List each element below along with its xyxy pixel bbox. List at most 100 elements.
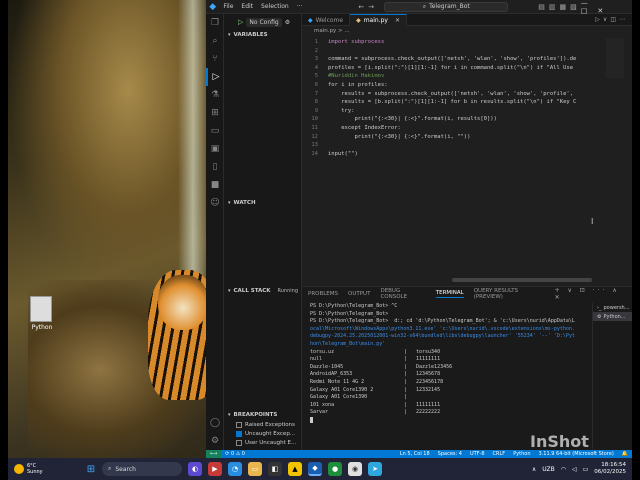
problems-count[interactable]: ⟳ 0 ⚠ 0 xyxy=(221,451,249,457)
nav-back-forward-icons[interactable]: ←→ xyxy=(358,3,378,11)
code-line[interactable]: 10 print("{:<30}| {:<}".format(i, result… xyxy=(302,115,622,124)
taskbar-app-green[interactable]: ● xyxy=(328,462,342,476)
checkbox-checked[interactable] xyxy=(236,430,242,437)
remote-explorer-icon[interactable]: ▭ xyxy=(206,122,224,140)
start-debugging-icon[interactable]: ▷ xyxy=(238,18,243,26)
run-debug-icon[interactable]: ▷ xyxy=(206,68,224,86)
notifications-bell-icon[interactable]: 🔔 xyxy=(618,451,632,457)
cursor-position[interactable]: Ln 5, Col 18 xyxy=(396,451,434,457)
checkbox[interactable] xyxy=(236,439,242,446)
start-button[interactable]: ⊞ xyxy=(84,462,98,476)
clock[interactable]: 18:16:54 06/02/2025 xyxy=(594,462,626,476)
taskbar-search[interactable]: ⌕ Search xyxy=(102,462,182,476)
taskbar-app-telegram[interactable]: ➤ xyxy=(368,462,382,476)
code-line[interactable]: 4 profiles = [i.split(":")[1][1:-1] for i… xyxy=(302,64,622,73)
settings-gear-icon[interactable]: ⚙ xyxy=(206,432,224,450)
watch-section[interactable]: ▾ WATCH xyxy=(224,198,302,208)
taskbar-app-edge[interactable]: ◔ xyxy=(228,462,242,476)
chevron-down-icon[interactable]: ∨ xyxy=(603,16,610,23)
end-of-line[interactable]: CRLF xyxy=(489,451,510,457)
menu-more[interactable]: ··· xyxy=(293,3,307,10)
taskbar-app-copilot[interactable]: ◐ xyxy=(188,462,202,476)
run-config-select[interactable]: No Config xyxy=(246,17,282,27)
search-icon[interactable]: ⌕ xyxy=(206,32,224,50)
menu-file[interactable]: File xyxy=(219,3,237,10)
testing-icon[interactable]: ⚗ xyxy=(206,86,224,104)
remote-indicator-icon[interactable]: ⟷ xyxy=(206,450,222,458)
code-line[interactable]: 1 import subprocess xyxy=(302,38,622,47)
taskbar-app-chrome[interactable]: ◉ xyxy=(348,462,362,476)
source-control-icon[interactable]: ⑂ xyxy=(206,50,224,68)
command-center-search[interactable]: ⌕ Telegram_Bot xyxy=(384,1,509,12)
code-line[interactable]: 9 try: xyxy=(302,107,622,116)
code-line[interactable]: 3 command = subprocess.check_output(['net… xyxy=(302,55,622,64)
tab-welcome[interactable]: ◆ Welcome xyxy=(302,14,351,26)
code-editor[interactable]: 1 import subprocess 2 3 command = subprocess… xyxy=(302,38,622,278)
tab-debug-console[interactable]: DEBUG CONSOLE xyxy=(380,288,425,300)
close-icon[interactable]: ✕ xyxy=(395,17,400,24)
breakpoint-raised-exceptions[interactable]: Raised Exceptions xyxy=(224,420,302,429)
copilot-icon[interactable]: ☺ xyxy=(206,194,224,212)
desktop-file-icon[interactable] xyxy=(30,296,52,322)
desktop-file-label: Python xyxy=(31,324,53,331)
split-editor-icon[interactable]: ◫ xyxy=(610,16,619,23)
taskbar-app-store[interactable]: ◧ xyxy=(268,462,282,476)
horizontal-scrollbar[interactable] xyxy=(452,278,592,282)
language-indicator[interactable]: UZB xyxy=(542,466,555,473)
volume-icon[interactable]: ◁ xyxy=(572,466,577,473)
wifi-icon[interactable]: ◠ xyxy=(561,466,566,473)
breadcrumb[interactable]: main.py > ... xyxy=(302,26,632,35)
taskbar-app-vscode[interactable]: ◆ xyxy=(308,462,322,476)
python-interpreter[interactable]: 3.11.9 64-bit (Microsoft Store) xyxy=(535,451,618,457)
layout-toggle-icons[interactable]: ▤▥▦▧ xyxy=(538,3,580,11)
tab-query-results[interactable]: QUERY RESULTS (PREVIEW) xyxy=(474,288,545,300)
breakpoints-section[interactable]: ▾ BREAKPOINTS xyxy=(224,410,302,420)
watch-title: WATCH xyxy=(233,200,256,206)
debug-settings-gear-icon[interactable]: ⚙ xyxy=(285,19,290,26)
square-icon[interactable]: ■ xyxy=(206,176,224,194)
chevron-up-icon[interactable]: ∧ xyxy=(532,466,536,473)
docker-icon[interactable]: ▣ xyxy=(206,140,224,158)
breakpoint-user-uncaught[interactable]: User Uncaught E... xyxy=(224,438,302,447)
account-icon[interactable]: ◯ xyxy=(206,414,224,432)
extensions-icon[interactable]: ⊞ xyxy=(206,104,224,122)
taskbar-app-file-explorer[interactable]: ▭ xyxy=(248,462,262,476)
terminal-output[interactable]: PS D:\Python\Telegram_Bot> ^C PS D:\Pytho… xyxy=(302,303,592,449)
language-mode[interactable]: Python xyxy=(509,451,534,457)
panel-actions[interactable]: + ∨ ⊡ ··· ∧ ✕ xyxy=(555,287,632,301)
tab-output[interactable]: OUTPUT xyxy=(348,291,370,297)
menu-edit[interactable]: Edit xyxy=(237,3,257,10)
database-icon[interactable]: ▯ xyxy=(206,158,224,176)
code-line[interactable]: 8 results = [b.split(":")[1][1:-1] for b… xyxy=(302,98,622,107)
tab-main-py[interactable]: ◆ main.py ✕ xyxy=(350,14,407,26)
code-line[interactable]: 2 xyxy=(302,47,622,56)
explorer-icon[interactable]: ❐ xyxy=(206,14,224,32)
taskbar-app-red[interactable]: ▶ xyxy=(208,462,222,476)
code-line[interactable]: 14 input("") xyxy=(302,150,622,159)
checkbox[interactable] xyxy=(236,421,242,428)
weather-widget[interactable]: 6°C Sunny xyxy=(8,463,78,475)
code-line[interactable]: 6 for i in profiles: xyxy=(302,81,622,90)
tab-terminal[interactable]: TERMINAL xyxy=(435,290,464,298)
indentation[interactable]: Spaces: 4 xyxy=(434,451,466,457)
window-controls[interactable]: —□✕ xyxy=(581,0,632,15)
code-line[interactable]: 5 #Nuriddin Hakimov xyxy=(302,72,622,81)
code-line[interactable]: 11 except IndexError: xyxy=(302,124,622,133)
line-number: 14 xyxy=(311,150,318,157)
code-line[interactable]: 7 results = subprocess.check_output(['ne… xyxy=(302,90,622,99)
breakpoint-uncaught-exceptions[interactable]: Uncaught Excep... xyxy=(224,429,302,438)
terminal-item-powershell[interactable]: ›_ powersh... xyxy=(593,303,632,312)
minimap[interactable] xyxy=(606,38,624,78)
variables-section[interactable]: ▾ VARIABLES xyxy=(224,30,301,40)
code-line[interactable]: 12 print("{:<30}| {:<}".format(i, "")) xyxy=(302,133,622,142)
terminal-item-python[interactable]: ⚙ Python... xyxy=(593,312,632,321)
encoding[interactable]: UTF-8 xyxy=(466,451,489,457)
battery-icon[interactable]: ▭ xyxy=(583,466,589,473)
call-stack-section[interactable]: ▾ CALL STACK Running xyxy=(224,286,302,296)
taskbar-app-yellow[interactable]: ▲ xyxy=(288,462,302,476)
code-line[interactable]: 13 xyxy=(302,141,622,150)
tab-problems[interactable]: PROBLEMS xyxy=(308,291,338,297)
menu-selection[interactable]: Selection xyxy=(257,3,293,10)
more-actions-icon[interactable]: ⋯ xyxy=(619,16,628,23)
run-file-icon[interactable]: ▷ xyxy=(595,16,603,23)
